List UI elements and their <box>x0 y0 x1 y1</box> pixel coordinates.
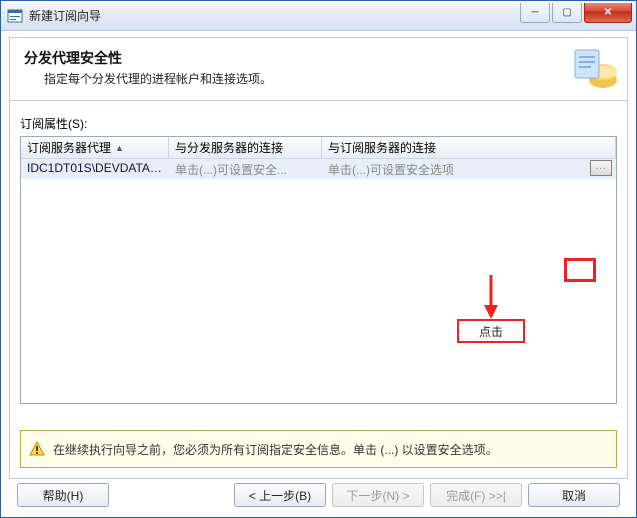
wizard-body: 订阅属性(S): 订阅服务器代理 ▲ 与分发服务器的连接 与订阅服务器的连接 I… <box>9 101 628 479</box>
warning-text: 在继续执行向导之前，您必须为所有订阅指定安全信息。单击 (...) 以设置安全选… <box>53 441 498 458</box>
sort-asc-icon: ▲ <box>115 143 124 153</box>
cancel-button[interactable]: 取消 <box>528 483 620 507</box>
page-subtitle: 指定每个分发代理的进程帐户和连接选项。 <box>44 70 613 87</box>
grid-header: 订阅服务器代理 ▲ 与分发服务器的连接 与订阅服务器的连接 <box>21 137 616 159</box>
help-button[interactable]: 帮助(H) <box>17 483 109 507</box>
warning-bar: 在继续执行向导之前，您必须为所有订阅指定安全信息。单击 (...) 以设置安全选… <box>20 430 617 468</box>
properties-label: 订阅属性(S): <box>20 115 617 132</box>
cell-sub-conn-text: 单击(...)可设置安全选项 <box>328 163 454 177</box>
page-title: 分发代理安全性 <box>24 48 613 68</box>
window-title: 新建订阅向导 <box>29 7 518 24</box>
cell-agent: IDC1DT01S\DEVDATAB... <box>21 159 169 179</box>
table-row[interactable]: IDC1DT01S\DEVDATAB... 单击(...)可设置安全... 单击… <box>21 159 616 179</box>
minimize-button[interactable]: ─ <box>520 3 550 23</box>
header-icon <box>571 44 619 97</box>
finish-button[interactable]: 完成(F) >>| <box>430 483 522 507</box>
window-buttons: ─ ▢ ✕ <box>518 3 632 23</box>
col-dist-label: 与分发服务器的连接 <box>175 139 283 156</box>
maximize-button[interactable]: ▢ <box>552 3 582 23</box>
warning-icon <box>29 441 45 457</box>
close-button[interactable]: ✕ <box>584 3 632 23</box>
col-agent-label: 订阅服务器代理 <box>27 139 111 156</box>
col-sub-conn[interactable]: 与订阅服务器的连接 <box>322 137 616 158</box>
next-button[interactable]: 下一步(N) > <box>332 483 424 507</box>
col-sub-label: 与订阅服务器的连接 <box>328 139 436 156</box>
cell-sub-conn: 单击(...)可设置安全选项 ... <box>322 159 616 179</box>
cell-dist-conn: 单击(...)可设置安全... <box>169 159 322 179</box>
content: 分发代理安全性 指定每个分发代理的进程帐户和连接选项。 订阅属性(S): <box>1 31 636 515</box>
col-agent[interactable]: 订阅服务器代理 ▲ <box>21 137 169 158</box>
col-dist-conn[interactable]: 与分发服务器的连接 <box>169 137 322 158</box>
wizard-header: 分发代理安全性 指定每个分发代理的进程帐户和连接选项。 <box>9 37 628 101</box>
subscription-grid[interactable]: 订阅服务器代理 ▲ 与分发服务器的连接 与订阅服务器的连接 IDC1DT01S\… <box>20 136 617 404</box>
ellipsis-button[interactable]: ... <box>590 160 612 176</box>
wizard-window: 新建订阅向导 ─ ▢ ✕ 分发代理安全性 指定每个分发代理的进程帐户和连接选项。 <box>0 0 637 518</box>
title-bar[interactable]: 新建订阅向导 ─ ▢ ✕ <box>1 1 636 31</box>
back-button[interactable]: < 上一步(B) <box>234 483 326 507</box>
button-row: 帮助(H) < 上一步(B) 下一步(N) > 完成(F) >>| 取消 <box>9 479 628 507</box>
app-icon <box>7 8 23 24</box>
